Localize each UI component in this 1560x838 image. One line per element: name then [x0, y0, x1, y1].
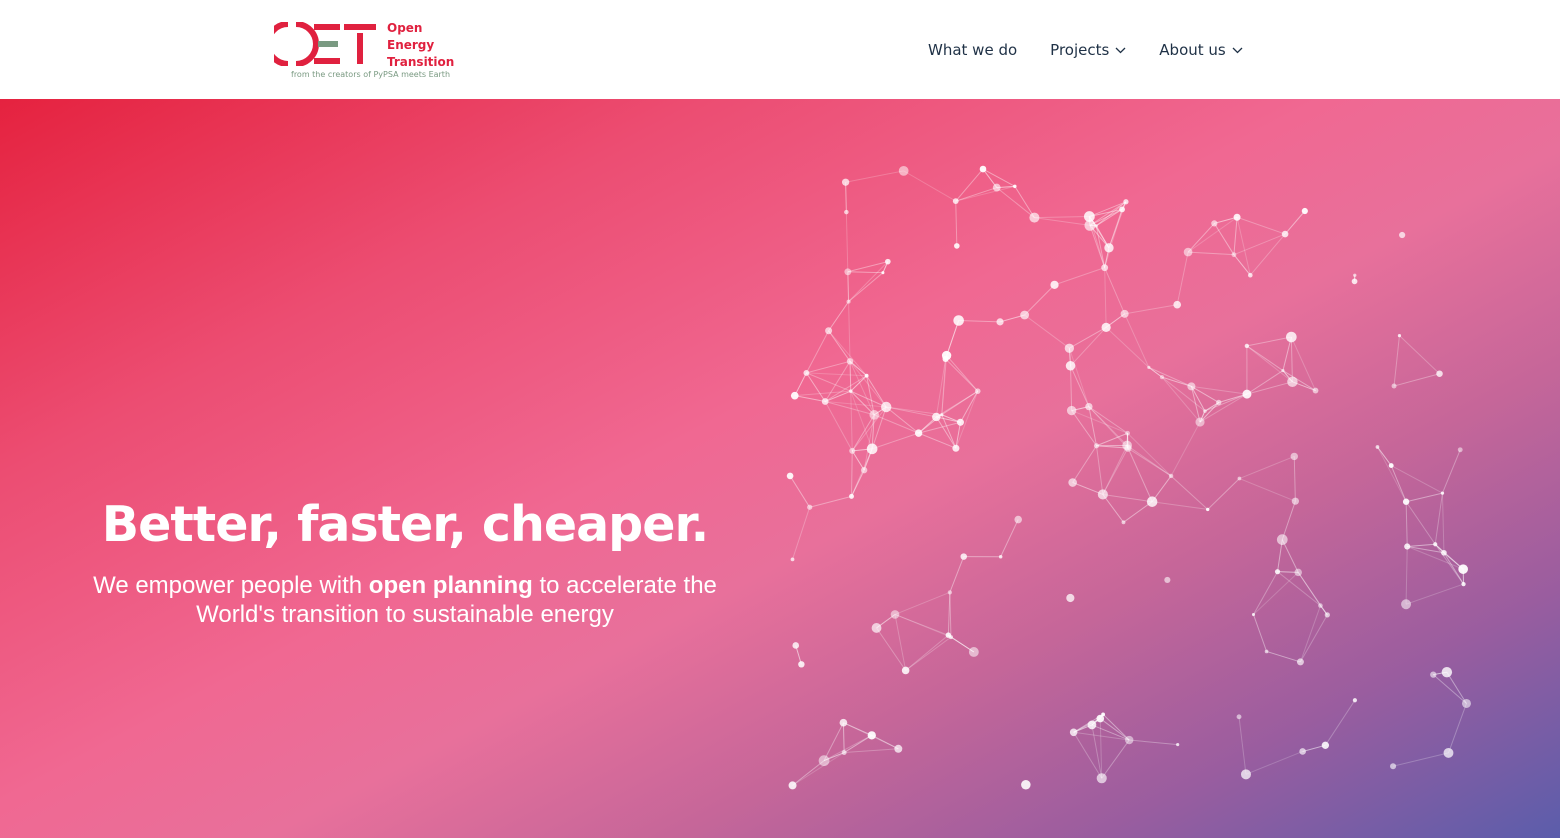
- particle-network-graphic: [786, 165, 1471, 790]
- main-nav: What we do Projects About us: [928, 38, 1276, 62]
- site-header: Open Energy Transition from the creators…: [0, 0, 1560, 99]
- nav-label: Projects: [1050, 41, 1110, 59]
- chevron-down-icon: [1232, 47, 1243, 53]
- nav-item-what-we-do[interactable]: What we do: [928, 38, 1017, 62]
- hero-subtitle-bold: open planning: [368, 572, 533, 599]
- hero-subtitle-pre: We empower people with: [93, 572, 369, 599]
- nav-label: What we do: [928, 41, 1018, 59]
- nav-item-projects[interactable]: Projects: [1050, 38, 1126, 62]
- logo-tagline: from the creators of PyPSA meets Earth: [291, 70, 451, 79]
- logo-word-3: Transition: [387, 55, 455, 69]
- logo-wordmark: Open Energy Transition: [387, 20, 454, 71]
- logo-word-2: Energy: [387, 38, 435, 52]
- hero-section: Better, faster, cheaper. We empower peop…: [0, 99, 1560, 838]
- hero-subtitle: We empower people with open planning to …: [60, 571, 750, 629]
- nav-item-about-us[interactable]: About us: [1159, 38, 1243, 62]
- nav-label: About us: [1159, 41, 1226, 59]
- chevron-down-icon: [1115, 47, 1126, 53]
- oet-logo-mark-icon: [274, 22, 376, 66]
- logo-word-1: Open: [387, 21, 423, 35]
- hero-title: Better, faster, cheaper.: [101, 496, 709, 553]
- site-logo[interactable]: Open Energy Transition from the creators…: [274, 20, 474, 84]
